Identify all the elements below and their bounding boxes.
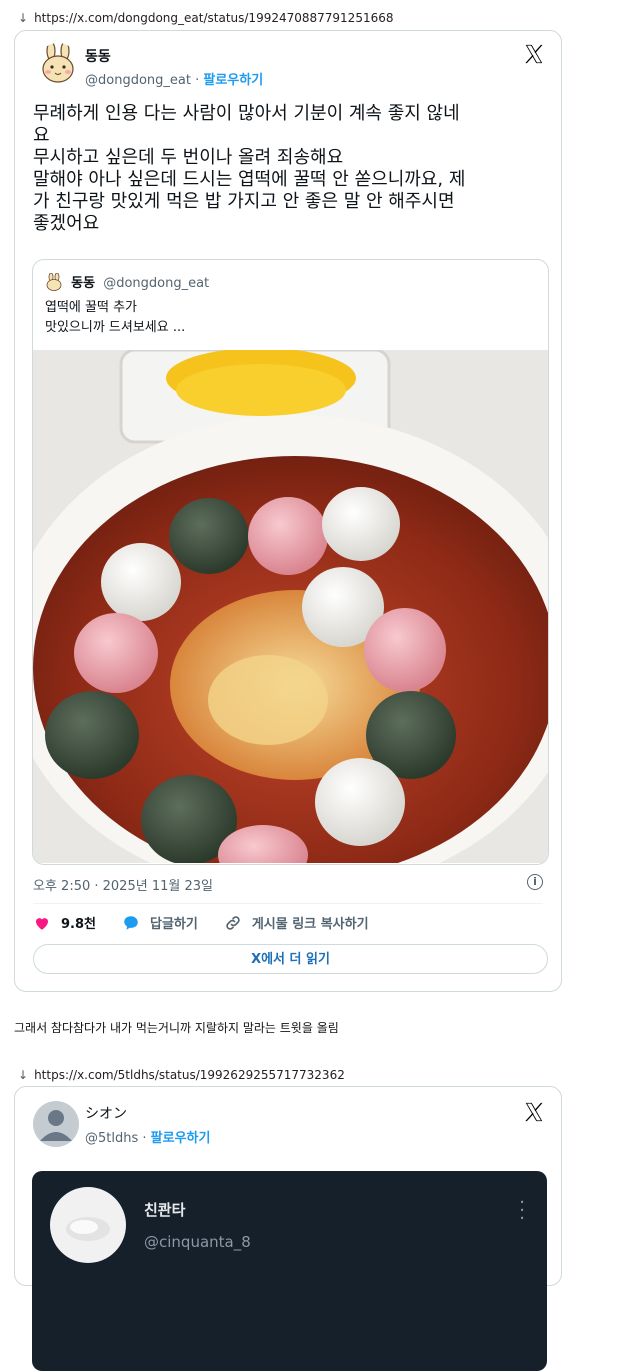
tweet-actions: 9.8천 답글하기 게시물 링크 복사하기 [33, 913, 395, 932]
info-icon[interactable]: i [527, 874, 543, 890]
embedded-handle: @cinquanta_8 [144, 1233, 251, 1251]
reply-label: 답글하기 [150, 917, 198, 932]
tteokbokki-photo[interactable] [33, 350, 548, 863]
tweet-timestamp[interactable]: 오후 2:50 · 2025년 11월 23일 [33, 875, 213, 894]
read-more-button[interactable]: X에서 더 읽기 [33, 944, 548, 974]
author-handle-row: @5tldhs · 팔로우하기 [85, 1127, 210, 1146]
speech-bubble-icon [124, 915, 138, 930]
tweet-card-1[interactable]: 동동 @dongdong_eat · 팔로우하기 무례하게 인용 다는 사람이 … [14, 30, 562, 992]
x-logo-icon[interactable] [523, 43, 545, 65]
x-logo-icon[interactable] [523, 1101, 545, 1123]
default-profile-icon [40, 1110, 72, 1141]
like-button[interactable]: 9.8천 [33, 913, 96, 932]
tweet-card-2[interactable]: シオン @5tldhs · 팔로우하기 친콴타 @cinquanta_8 · · · [14, 1086, 562, 1371]
heart-icon [36, 917, 48, 930]
like-count: 9.8천 [61, 917, 96, 932]
divider [33, 903, 543, 904]
quoted-tweet[interactable]: 동동 @dongdong_eat 엽떡에 꿀떡 추가 맛있으니까 드셔보세요 .… [32, 259, 549, 865]
url-line-1: ↓ https://x.com/dongdong_eat/status/19924… [18, 11, 394, 25]
quoted-author-name: 동동 [71, 276, 96, 291]
url-line-2: ↓ https://x.com/5tldhs/status/19926292557… [18, 1068, 345, 1082]
separator-dot: · [142, 1131, 147, 1146]
embedded-profile-card[interactable]: 친콴타 @cinquanta_8 · · · [32, 1171, 547, 1371]
quoted-author-handle: @dongdong_eat [103, 276, 210, 291]
reply-button[interactable]: 답글하기 [122, 913, 198, 932]
down-arrow-icon: ↓ [18, 1068, 29, 1082]
quoted-tweet-text: 엽떡에 꿀떡 추가 맛있으니까 드셔보세요 ... [45, 300, 186, 335]
author-handle[interactable]: @5tldhs [85, 1131, 138, 1146]
author-name[interactable]: シオン [85, 1103, 127, 1123]
avatar[interactable] [33, 1101, 79, 1147]
separator-dot: · [195, 73, 200, 88]
tweet1-url[interactable]: https://x.com/dongdong_eat/status/199247… [34, 11, 393, 25]
tweet-text: 무례하게 인용 다는 사람이 많아서 기분이 계속 좋지 않네 요 무시하고 싶… [33, 103, 466, 234]
author-name[interactable]: 동동 [85, 46, 111, 66]
more-vertical-icon[interactable]: · · · [519, 1194, 525, 1228]
tweet2-url[interactable]: https://x.com/5tldhs/status/199262925571… [34, 1068, 345, 1082]
author-handle-row: @dongdong_eat · 팔로우하기 [85, 69, 263, 88]
link-icon [226, 915, 240, 930]
rabbit-avatar-icon [42, 43, 74, 83]
avatar[interactable] [37, 43, 79, 85]
copy-link-label: 게시물 링크 복사하기 [251, 917, 369, 932]
follow-button[interactable]: 팔로우하기 [151, 1131, 211, 1146]
down-arrow-icon: ↓ [18, 11, 29, 25]
embedded-name: 친콴타 [144, 1201, 186, 1219]
rabbit-avatar-icon [46, 272, 62, 291]
caption-text: 그래서 참다참다가 내가 먹는거니까 지랄하지 말라는 트윗을 올림 [14, 1021, 339, 1035]
author-handle[interactable]: @dongdong_eat [85, 73, 191, 88]
follow-button[interactable]: 팔로우하기 [203, 73, 263, 88]
copy-link-button[interactable]: 게시물 링크 복사하기 [224, 913, 369, 932]
quoted-tweet-header: 동동 @dongdong_eat [45, 272, 209, 291]
